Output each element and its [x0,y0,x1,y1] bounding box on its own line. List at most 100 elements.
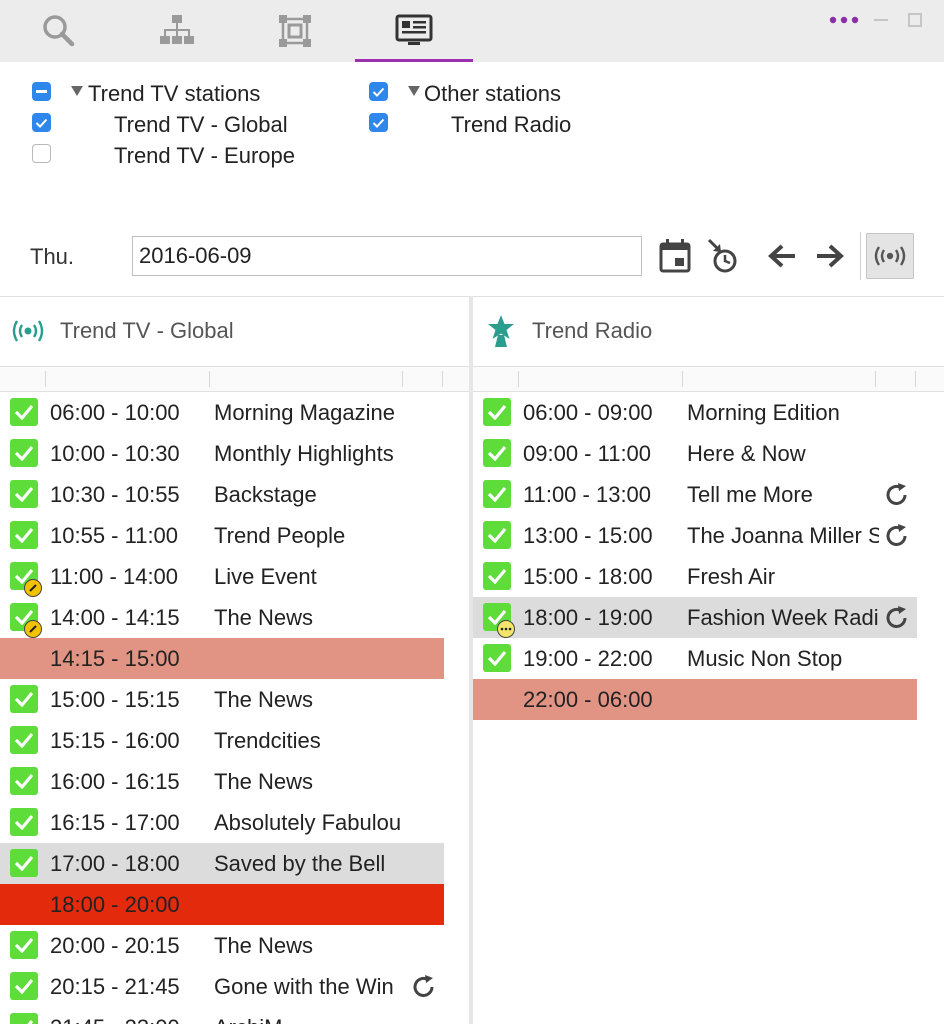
program-time: 10:55 - 11:00 [50,522,179,548]
status-ok-icon [10,808,38,836]
program-row[interactable]: 20:15 - 21:45 Gone with the Win [0,966,444,1007]
checkmark-icon [487,404,507,420]
rerun-icon [886,482,907,505]
program-time: 14:15 - 15:00 [50,645,180,671]
rerun-button[interactable] [409,972,439,1002]
expand-triangle-icon[interactable] [71,86,83,96]
program-row[interactable]: 10:30 - 10:55 Backstage [0,474,444,515]
previous-day-button[interactable] [760,234,804,278]
status-ok-icon [483,398,511,426]
day-label: Thu. [30,244,75,269]
tab-hierarchy[interactable] [118,0,236,62]
edited-badge-icon [24,620,42,638]
program-row[interactable]: 13:00 - 15:00 The Joanna Miller S [473,515,917,556]
channel-header-right: Trend Radio [486,296,652,366]
group-checkbox-trend-tv[interactable] [32,82,51,101]
calendar-button[interactable] [653,234,697,278]
program-time: 11:00 - 14:00 [50,563,179,589]
program-row[interactable]: 17:00 - 18:00 Saved by the Bell [0,843,444,884]
program-row[interactable]: 10:55 - 11:00 Trend People [0,515,444,556]
schedule-gap-row[interactable]: 14:15 - 15:00 [0,638,444,679]
program-row[interactable]: 14:00 - 14:15 The News [0,597,444,638]
channel-name-right: Trend Radio [532,318,653,343]
program-title: The News [214,932,314,958]
program-title: Fashion Week Radi [687,604,879,630]
program-row[interactable]: 18:00 - 19:00 Fashion Week Radi [473,597,917,638]
status-ok-icon [10,398,38,426]
rerun-button[interactable] [882,521,912,551]
program-row[interactable]: 15:00 - 15:15 The News [0,679,444,720]
program-row[interactable]: 09:00 - 11:00 Here & Now [473,433,917,474]
checkbox-trend-radio[interactable] [369,113,388,132]
program-time: 11:00 - 13:00 [523,481,652,507]
program-row[interactable]: 15:00 - 18:00 Fresh Air [473,556,917,597]
rerun-button[interactable] [882,603,912,633]
station-label-trend-radio: Trend Radio [451,112,572,137]
rerun-button[interactable] [882,480,912,510]
program-time: 06:00 - 09:00 [523,399,653,425]
channel-name-left: Trend TV - Global [60,318,234,343]
live-toggle-button[interactable] [866,233,914,279]
arrow-left-icon [768,244,795,268]
program-time: 21:45 - 23:00 [50,1015,180,1024]
edit-icon [29,584,37,592]
program-row[interactable]: 21:45 - 23:00 ArchiM [0,1007,444,1024]
edit-icon [29,625,37,633]
rerun-icon [413,974,434,997]
tab-network[interactable] [236,0,354,62]
checkbox-trend-tv-europe[interactable] [32,144,51,163]
program-title: Saved by the Bell [214,850,386,876]
program-row[interactable]: 06:00 - 10:00 Morning Magazine [0,392,444,433]
channel-header-left: Trend TV - Global [10,296,234,366]
checkmark-icon [35,118,48,128]
program-time: 18:00 - 19:00 [523,604,653,630]
next-day-button[interactable] [808,234,852,278]
program-title: The News [214,604,314,630]
program-row[interactable]: 16:15 - 17:00 Absolutely Fabulou [0,802,444,843]
maximize-button[interactable] [906,8,924,32]
program-time: 19:00 - 22:00 [523,645,653,671]
program-title: Trendcities [214,727,321,753]
status-ok-icon [10,1013,38,1024]
program-time: 09:00 - 11:00 [523,440,652,466]
tab-search[interactable] [0,0,118,62]
program-row[interactable]: 19:00 - 22:00 Music Non Stop [473,638,917,679]
checkbox-trend-tv-global[interactable] [32,113,51,132]
checkmark-icon [14,937,34,953]
checkmark-icon [27,1019,34,1024]
live-broadcast-icon [874,246,906,266]
group-checkbox-other[interactable] [369,82,388,101]
jump-to-time-button[interactable] [700,234,744,278]
program-title: Morning Magazine [214,399,395,425]
program-row[interactable]: 06:00 - 09:00 Morning Edition [473,392,917,433]
status-ok-icon [10,931,38,959]
checkmark-icon [14,445,34,461]
pending-badge-icon [497,620,515,638]
program-row[interactable]: 10:00 - 10:30 Monthly Highlights [0,433,444,474]
minimize-button[interactable] [872,8,890,32]
checkmark-icon [487,650,507,666]
more-button[interactable] [828,8,860,32]
date-input[interactable] [132,236,642,276]
program-row[interactable]: 20:00 - 20:15 The News [0,925,444,966]
program-row[interactable]: 11:00 - 14:00 Live Event [0,556,444,597]
program-time: 16:00 - 16:15 [50,768,180,794]
status-ok-icon [10,521,38,549]
column-header-left [0,366,469,392]
checkmark-icon [14,855,34,871]
jump-to-time-icon [707,238,737,273]
expand-triangle-icon[interactable] [408,86,420,96]
status-ok-icon [10,767,38,795]
checkmark-icon [487,568,507,584]
checkmark-icon [14,486,34,502]
program-row[interactable]: 16:00 - 16:15 The News [0,761,444,802]
tab-schedule[interactable] [355,0,473,62]
program-time: 10:30 - 10:55 [50,481,180,507]
program-title: Morning Edition [687,399,840,425]
program-row[interactable]: 11:00 - 13:00 Tell me More [473,474,917,515]
program-title: ArchiM [214,1015,404,1024]
program-row[interactable]: 15:15 - 16:00 Trendcities [0,720,444,761]
schedule-gap-row[interactable]: 18:00 - 20:00 [0,884,444,925]
toolbar-separator [860,232,861,280]
schedule-gap-row[interactable]: 22:00 - 06:00 [473,679,917,720]
